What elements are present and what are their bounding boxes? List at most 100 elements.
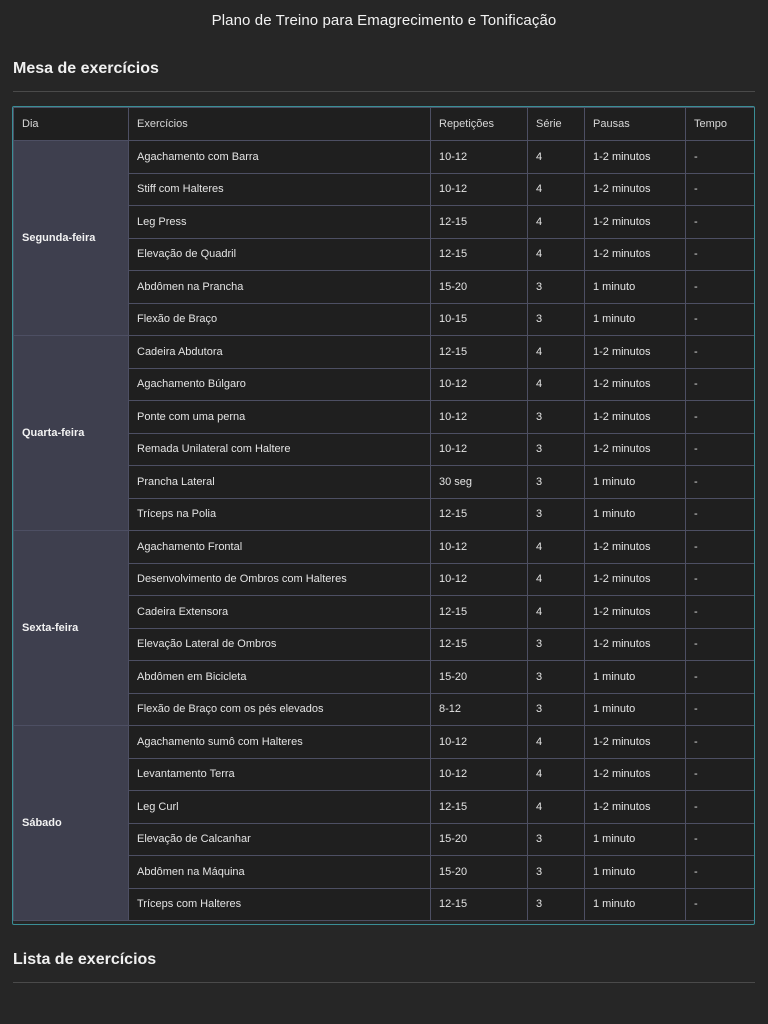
- table-row: Segunda-feira Agachamento com Barra 10-12 4…: [13, 140, 754, 336]
- sets-cell: 3: [527, 692, 585, 726]
- exercise-table-container: Dia Exercícios Repetições Série Pausas T…: [12, 106, 755, 925]
- rest-cell: 1 minuto: [584, 822, 686, 856]
- exercise-cell: Agachamento sumô com Halteres: [128, 725, 431, 759]
- reps-cell: 12-15: [430, 335, 528, 369]
- sets-cell: 3: [527, 270, 585, 304]
- rest-cell: 1-2 minutos: [584, 757, 686, 791]
- section-title-table: Mesa de exercícios: [13, 60, 159, 77]
- exercise-cell: Leg Curl: [128, 790, 431, 824]
- time-cell: -: [685, 595, 754, 629]
- reps-cell: 10-12: [430, 400, 528, 434]
- reps-cell: 10-12: [430, 530, 528, 564]
- time-cell: -: [685, 237, 754, 271]
- exercise-cell: Abdômen em Bicicleta: [128, 660, 431, 694]
- sets-cell: 4: [527, 172, 585, 206]
- rest-cell: 1-2 minutos: [584, 205, 686, 239]
- sets-cell: 3: [527, 855, 585, 889]
- header-exercicios: Exercícios: [128, 107, 431, 141]
- exercise-cell: Flexão de Braço com os pés elevados: [128, 692, 431, 726]
- time-cell: -: [685, 660, 754, 694]
- reps-cell: 15-20: [430, 855, 528, 889]
- header-pausas: Pausas: [584, 107, 686, 141]
- rest-cell: 1 minuto: [584, 465, 686, 499]
- sets-cell: 3: [527, 660, 585, 694]
- time-cell: -: [685, 822, 754, 856]
- reps-cell: 10-12: [430, 562, 528, 596]
- rest-cell: 1 minuto: [584, 887, 686, 921]
- time-cell: -: [685, 400, 754, 434]
- exercise-cell: Agachamento com Barra: [128, 140, 431, 174]
- header-repeticoes: Repetições: [430, 107, 528, 141]
- exercise-table: Dia Exercícios Repetições Série Pausas T…: [13, 107, 754, 921]
- sets-cell: 3: [527, 465, 585, 499]
- sets-cell: 3: [527, 400, 585, 434]
- reps-cell: 12-15: [430, 595, 528, 629]
- header-dia: Dia: [13, 107, 129, 141]
- time-cell: -: [685, 562, 754, 596]
- rest-cell: 1 minuto: [584, 270, 686, 304]
- rest-cell: 1-2 minutos: [584, 627, 686, 661]
- exercise-cell: Prancha Lateral: [128, 465, 431, 499]
- exercise-cell: Ponte com uma perna: [128, 400, 431, 434]
- time-cell: -: [685, 887, 754, 921]
- time-cell: -: [685, 140, 754, 174]
- time-cell: -: [685, 465, 754, 499]
- reps-cell: 10-12: [430, 172, 528, 206]
- exercise-cell: Elevação de Calcanhar: [128, 822, 431, 856]
- exercise-cell: Stiff com Halteres: [128, 172, 431, 206]
- reps-cell: 10-12: [430, 725, 528, 759]
- exercise-cell: Tríceps na Polia: [128, 497, 431, 531]
- rest-cell: 1-2 minutos: [584, 725, 686, 759]
- exercise-cell: Agachamento Búlgaro: [128, 367, 431, 401]
- time-cell: -: [685, 530, 754, 564]
- rest-cell: 1-2 minutos: [584, 367, 686, 401]
- time-cell: -: [685, 270, 754, 304]
- table-header-row: Dia Exercícios Repetições Série Pausas T…: [13, 107, 754, 141]
- reps-cell: 15-20: [430, 660, 528, 694]
- exercise-cell: Leg Press: [128, 205, 431, 239]
- day-cell: Sexta-feira: [13, 530, 129, 726]
- time-cell: -: [685, 432, 754, 466]
- exercise-cell: Levantamento Terra: [128, 757, 431, 791]
- time-cell: -: [685, 172, 754, 206]
- exercise-cell: Cadeira Extensora: [128, 595, 431, 629]
- time-cell: -: [685, 855, 754, 889]
- sets-cell: 4: [527, 205, 585, 239]
- day-cell: Quarta-feira: [13, 335, 129, 531]
- sets-cell: 3: [527, 822, 585, 856]
- reps-cell: 12-15: [430, 627, 528, 661]
- section-divider: [13, 91, 755, 92]
- rest-cell: 1-2 minutos: [584, 400, 686, 434]
- table-row: Quarta-feira Cadeira Abdutora 12-15 4 1-2 mi…: [13, 335, 754, 531]
- rest-cell: 1-2 minutos: [584, 562, 686, 596]
- time-cell: -: [685, 335, 754, 369]
- rest-cell: 1 minuto: [584, 855, 686, 889]
- sets-cell: 4: [527, 725, 585, 759]
- rest-cell: 1-2 minutos: [584, 595, 686, 629]
- rest-cell: 1 minuto: [584, 692, 686, 726]
- table-body: Segunda-feira Agachamento com Barra 10-12 4…: [13, 140, 754, 921]
- rest-cell: 1-2 minutos: [584, 172, 686, 206]
- exercise-cell: Elevação Lateral de Ombros: [128, 627, 431, 661]
- sets-cell: 4: [527, 140, 585, 174]
- sets-cell: 4: [527, 335, 585, 369]
- rest-cell: 1-2 minutos: [584, 790, 686, 824]
- sets-cell: 4: [527, 790, 585, 824]
- sets-cell: 3: [527, 432, 585, 466]
- exercise-cell: Desenvolvimento de Ombros com Halteres: [128, 562, 431, 596]
- reps-cell: 30 seg: [430, 465, 528, 499]
- reps-cell: 15-20: [430, 270, 528, 304]
- reps-cell: 12-15: [430, 887, 528, 921]
- table-row: Sexta-feira Agachamento Frontal 10-12 4 1-2 …: [13, 530, 754, 726]
- time-cell: -: [685, 367, 754, 401]
- exercise-cell: Cadeira Abdutora: [128, 335, 431, 369]
- exercise-cell: Flexão de Braço: [128, 302, 431, 336]
- rest-cell: 1 minuto: [584, 660, 686, 694]
- sets-cell: 3: [527, 627, 585, 661]
- exercise-cell: Abdômen na Prancha: [128, 270, 431, 304]
- time-cell: -: [685, 790, 754, 824]
- time-cell: -: [685, 757, 754, 791]
- reps-cell: 10-12: [430, 140, 528, 174]
- sets-cell: 4: [527, 530, 585, 564]
- reps-cell: 12-15: [430, 497, 528, 531]
